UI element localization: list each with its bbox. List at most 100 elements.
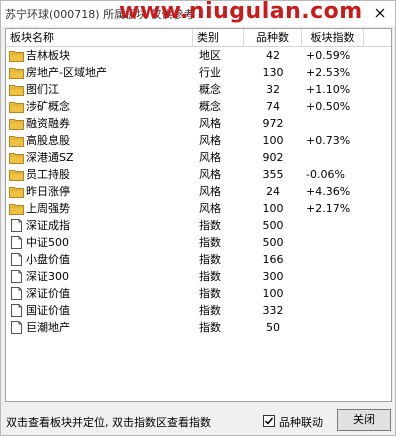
table-row[interactable]: 图们江 概念 32 +1.10% [6,81,391,98]
header-type[interactable]: 类别 [193,29,244,47]
sector-name-cell: 深证价值 [6,285,193,302]
table-row[interactable]: 国证价值 指数 332 [6,302,391,319]
document-icon [9,253,26,266]
sector-count: 100 [262,134,284,147]
table-row[interactable]: 深证成指 指数 500 [6,217,391,234]
sector-count: 500 [262,236,284,249]
sector-index-change [302,217,364,234]
sector-name: 房地产-区域地产 [26,66,107,79]
sector-index-change: +2.17% [306,202,351,215]
sector-name-cell: 图们江 [6,81,193,98]
watermark-text: www.niugulan.com [119,0,363,24]
sector-count: 50 [266,321,280,334]
sector-name: 深证300 [26,270,69,283]
list-header: 板块名称 类别 品种数 板块指数 [6,29,391,47]
table-row[interactable]: 小盘价值 指数 166 [6,251,391,268]
folder-icon [9,66,26,79]
sector-type: 地区 [199,49,221,62]
sector-index-change: -0.06% [306,168,345,181]
sector-name: 高股息股 [26,134,70,147]
close-button[interactable]: 关闭 [337,409,391,431]
table-row[interactable]: 上周强势 风格 100 +2.17% [6,200,391,217]
sector-type: 风格 [199,134,221,147]
sync-checkbox[interactable] [263,415,275,427]
sector-name-cell: 房地产-区域地产 [6,64,193,81]
sector-index-change: +2.53% [306,66,351,79]
table-row[interactable]: 房地产-区域地产 行业 130 +2.53% [6,64,391,81]
sector-count: 100 [262,202,284,215]
sector-index-change [302,251,364,268]
sector-type: 风格 [199,202,221,215]
table-row[interactable]: 深证价值 指数 100 [6,285,391,302]
sector-type: 风格 [199,151,221,164]
sector-name: 中证500 [26,236,69,249]
sector-index-change: +0.50% [306,100,351,113]
table-row[interactable]: 巨潮地产 指数 50 [6,319,391,336]
sector-name-cell: 小盘价值 [6,251,193,268]
folder-icon [9,202,26,215]
sector-count: 42 [266,49,280,62]
sector-name: 昨日涨停 [26,185,70,198]
sector-count: 355 [262,168,284,181]
sector-type: 指数 [199,270,221,283]
sector-list[interactable]: 板块名称 类别 品种数 板块指数 吉林板块 地区 42 +0.59% 房地产-区域地产 行… [5,28,392,402]
table-row[interactable]: 中证500 指数 500 [6,234,391,251]
table-row[interactable]: 昨日涨停 风格 24 +4.36% [6,183,391,200]
sector-name-cell: 巨潮地产 [6,319,193,336]
sector-name-cell: 融资融券 [6,115,193,132]
sector-name: 深证价值 [26,287,70,300]
sector-count: 130 [262,66,284,79]
sector-name-cell: 中证500 [6,234,193,251]
table-row[interactable]: 员工持股 风格 355 -0.06% [6,166,391,183]
sector-index-change [302,268,364,285]
sector-index-change: +0.73% [306,134,351,147]
sector-count: 500 [262,219,284,232]
folder-icon [9,134,26,147]
folder-icon [9,168,26,181]
table-row[interactable]: 深证300 指数 300 [6,268,391,285]
sector-name: 国证价值 [26,304,70,317]
sector-index-change: +1.10% [306,83,351,96]
sector-type: 风格 [199,168,221,181]
sector-type: 概念 [199,100,221,113]
table-row[interactable]: 涉矿概念 概念 74 +0.50% [6,98,391,115]
sector-count: 100 [262,287,284,300]
folder-icon [9,117,26,130]
header-index[interactable]: 板块指数 [302,29,364,47]
sector-name-cell: 吉林板块 [6,47,193,64]
status-hint: 双击查看板块并定位, 双击指数区查看指数 [6,416,211,429]
sector-count: 972 [262,117,284,130]
sector-name: 上周强势 [26,202,70,215]
dialog-window: 苏宁环球(000718) 所属板块 仅供参考 www.niugulan.com … [0,0,396,436]
sector-name: 涉矿概念 [26,100,70,113]
sector-name-cell: 昨日涨停 [6,183,193,200]
table-row[interactable]: 深港通SZ 风格 902 [6,149,391,166]
sector-count: 300 [262,270,284,283]
close-icon[interactable] [371,4,389,22]
sector-type: 指数 [199,253,221,266]
document-icon [9,287,26,300]
sector-count: 24 [266,185,280,198]
sector-name-cell: 深港通SZ [6,149,193,166]
sector-type: 指数 [199,287,221,300]
sector-index-change [302,319,364,336]
sector-name: 深证成指 [26,219,70,232]
sector-type: 风格 [199,117,221,130]
table-row[interactable]: 融资融券 风格 972 [6,115,391,132]
header-count[interactable]: 品种数 [244,29,302,47]
sector-type: 指数 [199,304,221,317]
folder-icon [9,49,26,62]
table-row[interactable]: 吉林板块 地区 42 +0.59% [6,47,391,64]
header-name[interactable]: 板块名称 [6,29,193,47]
sector-type: 风格 [199,185,221,198]
sector-type: 概念 [199,83,221,96]
table-row[interactable]: 高股息股 风格 100 +0.73% [6,132,391,149]
folder-icon [9,151,26,164]
sector-index-change [302,234,364,251]
document-icon [9,304,26,317]
sector-index-change [302,285,364,302]
sync-checkbox-label[interactable]: 品种联动 [279,414,323,430]
status-bar: 双击查看板块并定位, 双击指数区查看指数 品种联动 关闭 [1,405,395,435]
sector-index-change [302,115,364,132]
sector-index-change [302,149,364,166]
